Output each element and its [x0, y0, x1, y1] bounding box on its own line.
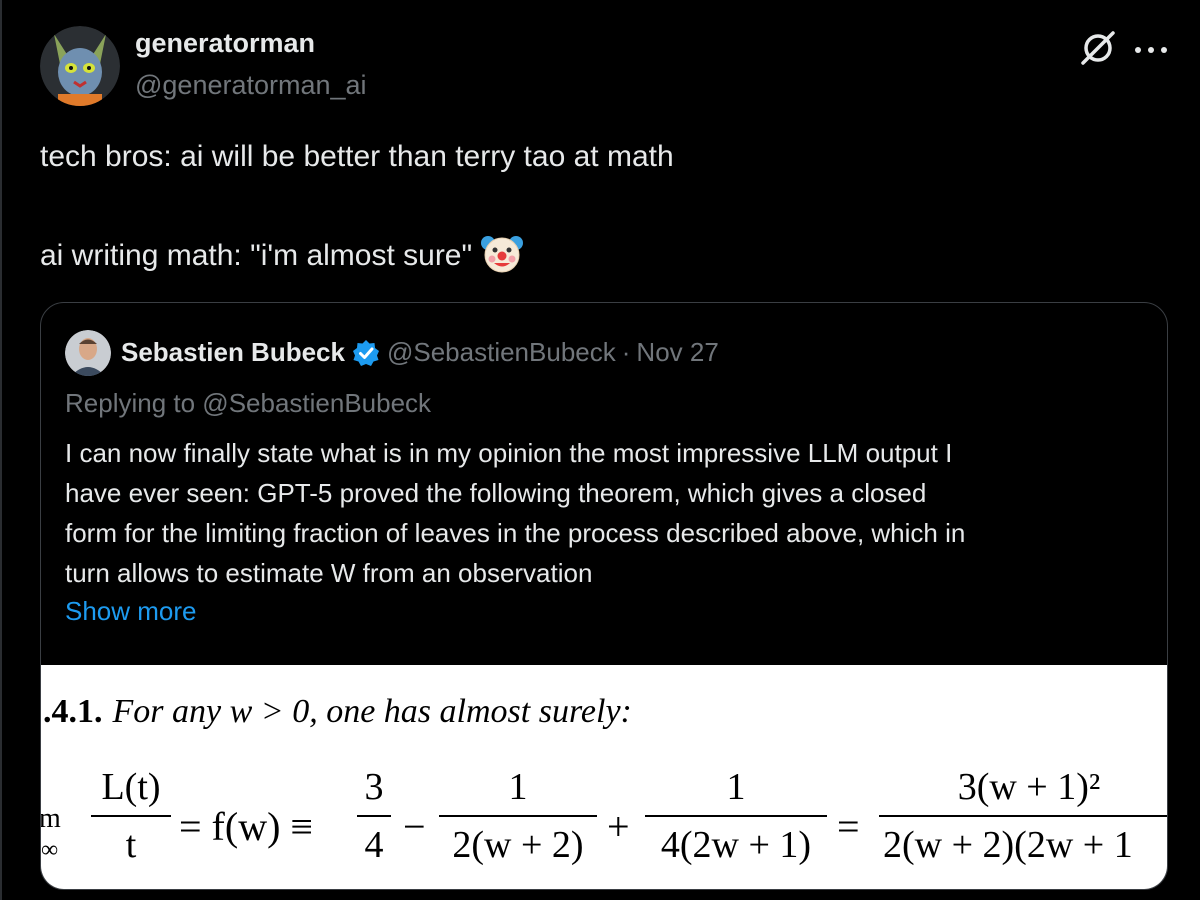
theorem-statement: .4.1. For any w > 0, one has almost surel… — [43, 693, 632, 731]
quoted-text-line: turn allows to estimate W from an observ… — [65, 558, 593, 588]
quoted-author-name[interactable]: Sebastien Bubeck — [121, 337, 345, 368]
fraction-denominator: 4(2w + 1) — [660, 824, 812, 866]
replying-to-label: Replying to @SebastienBubeck — [65, 388, 432, 418]
theorem-image[interactable]: .4.1. For any w > 0, one has almost surel… — [41, 665, 1167, 889]
fraction-denominator: 2(w + 2) — [452, 824, 584, 866]
fraction-bar — [439, 815, 597, 817]
more-options-icon[interactable] — [1133, 42, 1169, 53]
tweet-text-line: ai writing math: "i'm almost sure" — [40, 235, 524, 279]
equals-sign: = — [837, 804, 860, 849]
fraction-1-over-2w2: 1 2(w + 2) — [439, 765, 597, 867]
quoted-tweet-header: Sebastien Bubeck @SebastienBubeck · Nov … — [121, 337, 719, 368]
equals-f-w: = f(w) ≡ — [179, 804, 313, 849]
header-separator: · — [621, 337, 631, 367]
quoted-tweet-card[interactable]: Sebastien Bubeck @SebastienBubeck · Nov … — [40, 302, 1168, 890]
author-display-name[interactable]: generatorman — [135, 28, 315, 59]
fraction-numerator: 3(w + 1)² — [957, 766, 1101, 808]
show-more-link[interactable]: Show more — [65, 596, 197, 627]
quoted-text-line: have ever seen: GPT-5 proved the followi… — [65, 478, 927, 508]
fraction-bar — [357, 815, 391, 817]
fraction-denominator: 4 — [364, 824, 384, 866]
lim-bottom: ·∞ — [41, 837, 59, 863]
timeline-divider — [0, 0, 2, 900]
quoted-author-handle[interactable]: @SebastienBubeck — [387, 337, 616, 368]
quoted-tweet-body: I can now finally state what is in my op… — [65, 433, 1155, 593]
quoted-tweet-date[interactable]: Nov 27 — [636, 337, 718, 368]
fraction-bar — [879, 815, 1167, 817]
author-handle[interactable]: @generatorman_ai — [135, 70, 367, 101]
quoted-author-avatar[interactable] — [65, 330, 111, 376]
fraction-numerator: 3 — [364, 766, 384, 808]
fraction-numerator: L(t) — [101, 766, 161, 808]
tweet-text: ai writing math: "i'm almost sure" — [40, 238, 473, 272]
quoted-text-line: form for the limiting fraction of leaves… — [65, 518, 966, 548]
plus-sign: + — [607, 804, 630, 849]
fraction-bar — [645, 815, 827, 817]
fraction-denominator: 2(w + 2)(2w + 1 — [883, 824, 1133, 866]
fraction-numerator: 1 — [508, 766, 528, 808]
fraction-bar — [91, 815, 171, 817]
fraction-lt-over-t: L(t) t — [91, 765, 171, 867]
author-avatar[interactable] — [40, 26, 120, 106]
quoted-text-line: I can now finally state what is in my op… — [65, 438, 953, 468]
fraction-closed-form: 3(w + 1)² 2(w + 2)(2w + 1 — [879, 765, 1167, 867]
fraction-3-over-4: 3 4 — [357, 765, 391, 867]
lim-top: m — [41, 803, 61, 834]
grok-icon[interactable] — [1078, 28, 1118, 68]
verified-badge-icon — [352, 339, 379, 366]
fraction-numerator: 1 — [726, 766, 746, 808]
clown-face-icon — [480, 231, 524, 275]
theorem-number: .4.1. — [43, 693, 103, 730]
minus-sign: − — [403, 804, 426, 849]
tweet-text-line: tech bros: ai will be better than terry … — [40, 140, 674, 173]
theorem-text: For any w > 0, one has almost surely: — [112, 693, 632, 730]
fraction-denominator: t — [125, 824, 137, 866]
fraction-1-over-4-2w1: 1 4(2w + 1) — [645, 765, 827, 867]
